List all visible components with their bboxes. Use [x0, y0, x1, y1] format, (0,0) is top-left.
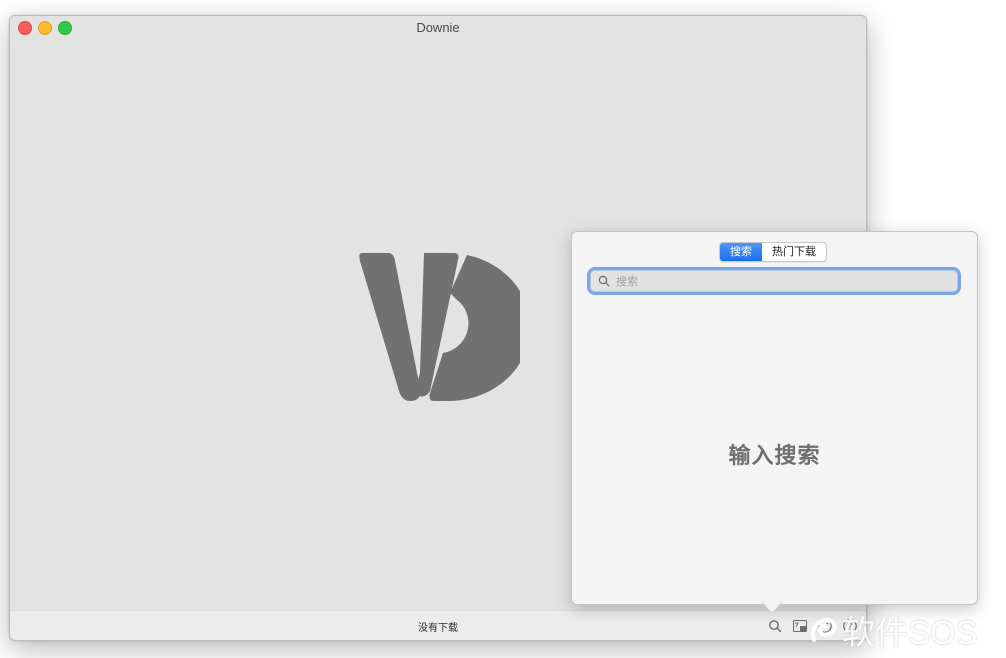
tab-search[interactable]: 搜索 [720, 243, 762, 261]
logo-v-stroke [359, 253, 421, 401]
popover-tabs: 搜索 热门下载 [719, 242, 827, 262]
popover-arrow [762, 602, 782, 613]
downie-logo [359, 253, 520, 402]
search-field[interactable] [590, 270, 958, 294]
search-input[interactable] [614, 270, 952, 294]
watermark: 软件SOS [808, 606, 978, 654]
search-icon[interactable] [767, 618, 783, 634]
title-bar[interactable]: Downie [10, 16, 866, 40]
download-status: 没有下载 [418, 623, 458, 634]
watermark-logo-icon [810, 617, 837, 642]
empty-state-text: 输入搜索 [728, 443, 821, 468]
bottom-bar: 没有下载 ? [10, 610, 866, 640]
tab-popular-downloads[interactable]: 热门下载 [762, 243, 826, 261]
search-popover: 搜索 热门下载 输入搜索 [571, 231, 978, 605]
window-title: Downie [416, 20, 460, 35]
search-field-icon [598, 275, 610, 287]
photos-icon[interactable] [792, 618, 808, 634]
watermark-text: 软件SOS [842, 614, 978, 651]
